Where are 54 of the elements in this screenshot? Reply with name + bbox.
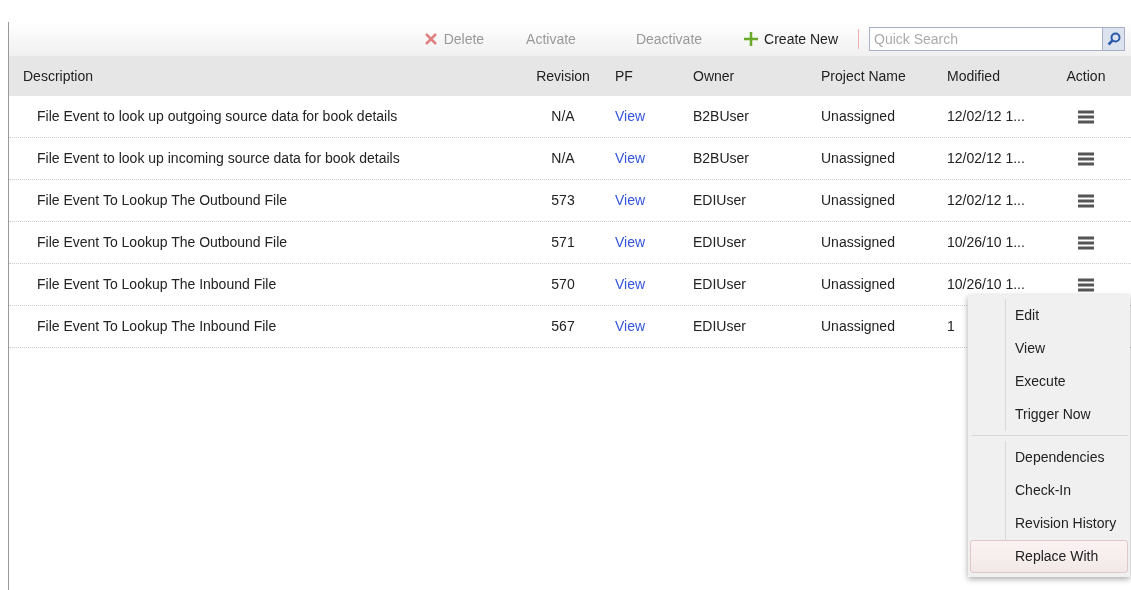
delete-icon: [423, 32, 438, 46]
column-header[interactable]: Modified: [935, 65, 1061, 87]
plus-icon: [744, 32, 759, 46]
table-cell: EDIUser: [693, 234, 746, 250]
search-icon[interactable]: [1103, 27, 1125, 51]
table-cell: B2BUser: [693, 150, 750, 166]
menu-item[interactable]: Replace With: [970, 540, 1128, 573]
table-cell: File Event To Lookup The Inbound File: [37, 318, 277, 334]
table-cell: Unassigned: [821, 276, 895, 292]
column-header[interactable]: Project Name: [807, 65, 935, 87]
view-link[interactable]: View: [615, 234, 646, 250]
table-cell: Unassigned: [821, 234, 895, 250]
view-link[interactable]: View: [615, 108, 646, 124]
table-cell: 12/02/12 1...: [947, 192, 1025, 208]
table-cell: 1: [947, 318, 955, 334]
table-cell: 10/26/10 1...: [947, 234, 1025, 250]
table-cell: File Event To Lookup The Inbound File: [37, 276, 277, 292]
menu-icon[interactable]: [1078, 151, 1094, 166]
menu-icon[interactable]: [1078, 235, 1094, 250]
table-cell: 567: [551, 318, 575, 334]
table-cell: N/A: [551, 150, 575, 166]
table-cell: 571: [551, 234, 575, 250]
table-cell: File Event To Lookup The Outbound File: [37, 234, 288, 250]
view-link[interactable]: View: [615, 150, 646, 166]
column-header[interactable]: PF: [601, 65, 679, 87]
table-cell: EDIUser: [693, 276, 746, 292]
table-cell: 573: [551, 192, 575, 208]
menu-icon[interactable]: [1078, 277, 1094, 292]
table-cell: File Event to look up outgoing source data for book details: [37, 108, 398, 124]
table-cell: Unassigned: [821, 108, 895, 124]
view-link[interactable]: View: [615, 276, 646, 292]
menu-icon[interactable]: [1078, 193, 1094, 208]
table-cell: Unassigned: [821, 192, 895, 208]
table-cell: File Event to look up incoming source data for book details: [37, 150, 400, 166]
table-cell: N/A: [551, 108, 575, 124]
table-cell: 10/26/10 1...: [947, 276, 1025, 292]
table-cell: File Event To Lookup The Outbound File: [37, 192, 288, 208]
table-cell: 570: [551, 276, 575, 292]
table-cell: Unassigned: [821, 318, 895, 334]
column-header[interactable]: Description: [9, 65, 525, 87]
table-cell: Unassigned: [821, 150, 895, 166]
menu-icon[interactable]: [1078, 109, 1094, 124]
view-link[interactable]: View: [615, 318, 646, 334]
toolbar-button[interactable]: Create New: [734, 26, 848, 52]
table-cell: B2BUser: [693, 108, 750, 124]
table-cell: 12/02/12 1...: [947, 108, 1025, 124]
table-cell: EDIUser: [693, 192, 746, 208]
search-field[interactable]: Quick Search: [869, 27, 1103, 51]
table-cell: EDIUser: [693, 318, 746, 334]
column-header[interactable]: Owner: [679, 65, 807, 87]
table-cell: 12/02/12 1...: [947, 150, 1025, 166]
view-link[interactable]: View: [615, 192, 646, 208]
column-header[interactable]: Revision: [525, 65, 601, 87]
column-header[interactable]: Action: [1061, 65, 1111, 87]
